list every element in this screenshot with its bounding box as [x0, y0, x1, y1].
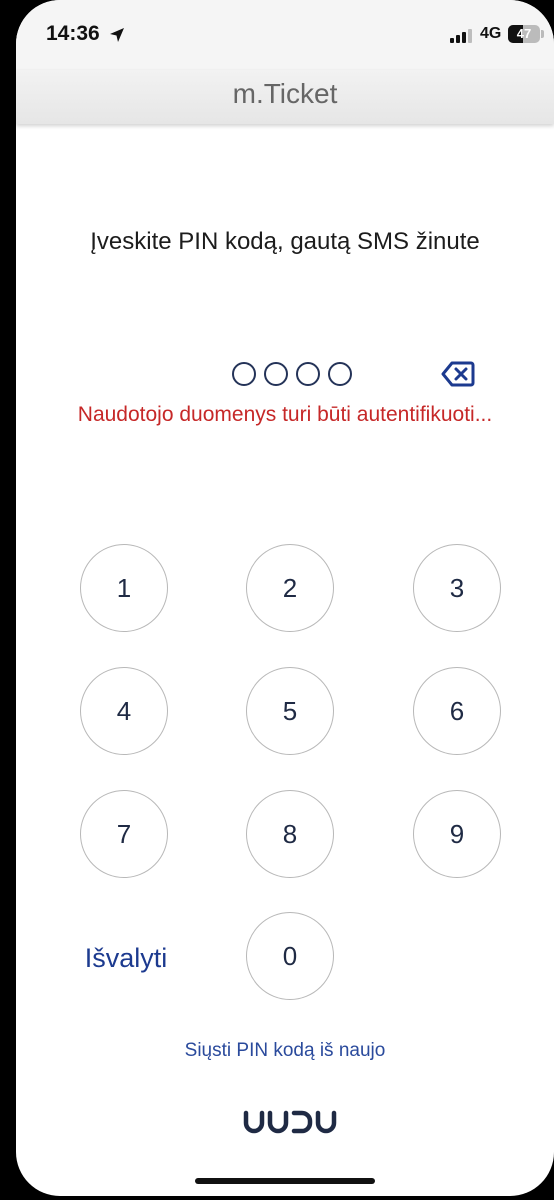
- pin-dot: [328, 362, 352, 386]
- key-1[interactable]: 1: [80, 544, 168, 632]
- cellular-signal-icon: [450, 29, 472, 43]
- nav-bar: m.Ticket: [16, 70, 554, 124]
- key-6[interactable]: 6: [413, 667, 501, 755]
- battery-level: 47: [516, 26, 532, 41]
- key-3[interactable]: 3: [413, 544, 501, 632]
- home-indicator: [195, 1178, 375, 1184]
- pin-dot: [232, 362, 256, 386]
- resend-pin-link[interactable]: Siųsti PIN kodą iš naujo: [16, 1040, 554, 1062]
- error-message: Naudotojo duomenys turi būti autentifiku…: [77, 403, 493, 426]
- key-2[interactable]: 2: [246, 544, 334, 632]
- key-5[interactable]: 5: [246, 667, 334, 755]
- status-time: 14:36: [46, 22, 100, 45]
- nav-title: m.Ticket: [232, 78, 338, 109]
- pin-instruction: Įveskite PIN kodą, gautą SMS žinute: [90, 228, 480, 255]
- screen: 14:36 4G 47 m.Ticket Įveskite PIN kodą, …: [16, 0, 554, 1196]
- battery-tip: [541, 30, 544, 38]
- key-0[interactable]: 0: [246, 912, 334, 1000]
- judu-logo: [243, 1110, 337, 1134]
- pin-dot: [296, 362, 320, 386]
- clear-button[interactable]: Išvalyti: [72, 938, 180, 978]
- pin-dot: [264, 362, 288, 386]
- key-8[interactable]: 8: [246, 790, 334, 878]
- network-type: 4G: [480, 25, 502, 42]
- status-bar: 14:36 4G 47: [16, 0, 554, 70]
- location-arrow-icon: [110, 28, 124, 42]
- key-4[interactable]: 4: [80, 667, 168, 755]
- battery-icon: 47: [508, 25, 540, 43]
- key-7[interactable]: 7: [80, 790, 168, 878]
- pin-indicator: [232, 362, 356, 386]
- key-9[interactable]: 9: [413, 790, 501, 878]
- backspace-icon[interactable]: [441, 361, 475, 387]
- phone-frame: 14:36 4G 47 m.Ticket Įveskite PIN kodą, …: [16, 0, 554, 1200]
